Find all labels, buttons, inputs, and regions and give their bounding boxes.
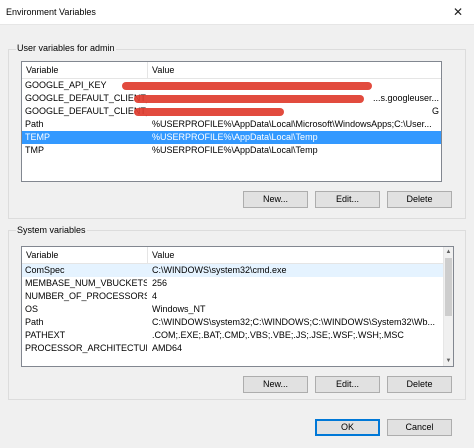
variable-cell: GOOGLE_DEFAULT_CLIENT_...	[25, 106, 147, 116]
scroll-up-icon[interactable]: ▲	[444, 247, 453, 257]
user-variables-label: User variables for admin	[16, 43, 116, 53]
value-cell: .COM;.EXE;.BAT;.CMD;.VBS;.VBE;.JS;.JSE;.…	[152, 330, 404, 340]
value-cell: %USERPROFILE%\AppData\Local\Temp	[152, 132, 318, 142]
system-new-button[interactable]: New...	[243, 376, 308, 393]
system-variables-list[interactable]: Variable Value ComSpec C:\WINDOWS\system3…	[21, 246, 454, 367]
variable-cell: NUMBER_OF_PROCESSORS	[25, 291, 147, 301]
table-row[interactable]: GOOGLE_DEFAULT_CLIENT_ID ...s.googleuser.…	[22, 92, 441, 105]
variable-cell: TEMP	[25, 132, 51, 142]
system-delete-button[interactable]: Delete	[387, 376, 452, 393]
value-cell: 4	[152, 291, 158, 301]
value-cell: Windows_NT	[152, 304, 206, 314]
column-header-value[interactable]: Value	[148, 247, 443, 263]
column-header-value[interactable]: Value	[148, 62, 441, 78]
table-row[interactable]: OS Windows_NT	[22, 303, 443, 316]
variable-cell: PROCESSOR_ARCHITECTURE	[25, 343, 147, 353]
system-variables-label: System variables	[16, 225, 87, 235]
table-row[interactable]: PROCESSOR_ARCHITECTURE AMD64	[22, 342, 443, 355]
table-row[interactable]: MEMBASE_NUM_VBUCKETS 256	[22, 277, 443, 290]
close-button[interactable]: ✕	[442, 0, 474, 24]
value-cell: %USERPROFILE%\AppData\Local\Microsoft\Wi…	[152, 119, 432, 129]
user-delete-button[interactable]: Delete	[387, 191, 452, 208]
system-variables-header: Variable Value	[22, 247, 443, 264]
variable-cell: PATHEXT	[25, 330, 66, 340]
table-row[interactable]: Path C:\WINDOWS\system32;C:\WINDOWS;C:\WI…	[22, 316, 443, 329]
column-header-variable[interactable]: Variable	[22, 62, 148, 78]
scroll-thumb[interactable]	[445, 258, 452, 316]
scroll-down-icon[interactable]: ▼	[444, 356, 453, 366]
environment-variables-dialog: Environment Variables ✕ User variables f…	[0, 0, 474, 448]
column-header-variable[interactable]: Variable	[22, 247, 148, 263]
user-edit-button[interactable]: Edit...	[315, 191, 380, 208]
table-row[interactable]: GOOGLE_API_KEY	[22, 79, 441, 92]
user-variables-header: Variable Value	[22, 62, 441, 79]
system-variables-scrollbar[interactable]: ▲ ▼	[443, 247, 453, 366]
variable-cell: OS	[25, 304, 39, 314]
value-cell: C:\WINDOWS\system32\cmd.exe	[152, 265, 287, 275]
table-row[interactable]: PATHEXT .COM;.EXE;.BAT;.CMD;.VBS;.VBE;.JS…	[22, 329, 443, 342]
user-variables-list[interactable]: Variable Value GOOGLE_API_KEY GOOGLE_DEFA…	[21, 61, 442, 182]
user-new-button[interactable]: New...	[243, 191, 308, 208]
variable-cell: TMP	[25, 145, 44, 155]
table-row[interactable]: Path %USERPROFILE%\AppData\Local\Microsof…	[22, 118, 441, 131]
redaction-mark	[134, 108, 284, 116]
variable-cell: ComSpec	[25, 265, 65, 275]
value-cell: C:\WINDOWS\system32;C:\WINDOWS;C:\WINDOW…	[152, 317, 436, 327]
window-title: Environment Variables	[6, 7, 96, 17]
variable-cell: Path	[25, 317, 44, 327]
variable-cell: MEMBASE_NUM_VBUCKETS	[25, 278, 147, 288]
redaction-mark	[122, 82, 372, 90]
value-cell: AMD64	[152, 343, 183, 353]
redaction-mark	[134, 95, 364, 103]
variable-cell: Path	[25, 119, 44, 129]
cancel-button[interactable]: Cancel	[387, 419, 452, 436]
table-row[interactable]: GOOGLE_DEFAULT_CLIENT_... G	[22, 105, 441, 118]
table-row[interactable]: TEMP %USERPROFILE%\AppData\Local\Temp	[22, 131, 441, 144]
table-row[interactable]: ComSpec C:\WINDOWS\system32\cmd.exe	[22, 264, 443, 277]
variable-cell: GOOGLE_DEFAULT_CLIENT_ID	[25, 93, 147, 103]
ok-button[interactable]: OK	[315, 419, 380, 436]
value-cell: %USERPROFILE%\AppData\Local\Temp	[152, 145, 318, 155]
value-cell: 256	[152, 278, 168, 288]
close-icon: ✕	[452, 5, 464, 19]
system-edit-button[interactable]: Edit...	[315, 376, 380, 393]
title-bar[interactable]: Environment Variables ✕	[0, 0, 474, 25]
table-row[interactable]: TMP %USERPROFILE%\AppData\Local\Temp	[22, 144, 441, 157]
table-row[interactable]: NUMBER_OF_PROCESSORS 4	[22, 290, 443, 303]
